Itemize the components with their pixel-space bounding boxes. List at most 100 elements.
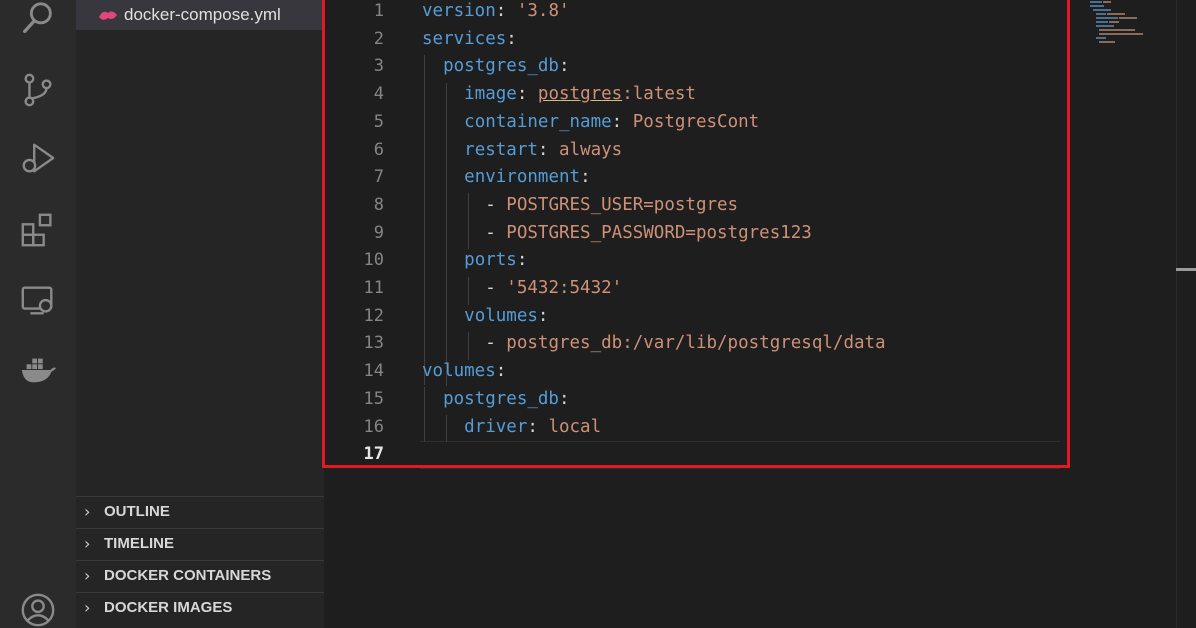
code-line[interactable]: environment: — [422, 164, 591, 192]
line-number: 4 — [373, 84, 384, 105]
line-number: 9 — [373, 222, 384, 243]
code-value: :latest — [622, 84, 696, 105]
code-separator: : — [580, 167, 591, 188]
panel-title: TIMELINE — [104, 535, 174, 552]
docker-icon[interactable] — [18, 350, 58, 390]
line-number: 17 — [363, 444, 384, 465]
code-separator: : — [558, 388, 570, 409]
panel-outline[interactable]: › OUTLINE — [76, 496, 324, 526]
code-line[interactable]: - postgres_db:/var/lib/postgresql/data — [422, 330, 886, 358]
code-key: volumes — [422, 361, 496, 382]
code-line[interactable]: volumes: — [422, 303, 548, 331]
line-number: 2 — [373, 28, 384, 49]
code-line[interactable]: volumes: — [422, 358, 506, 386]
source-control-icon[interactable] — [18, 70, 58, 110]
code-value: POSTGRES_PASSWORD=postgres123 — [506, 222, 812, 243]
code-dash: - — [485, 222, 507, 243]
code-separator: : — [495, 361, 507, 382]
line-number: 10 — [363, 250, 384, 271]
code-key: environment — [464, 167, 581, 188]
code-line[interactable]: version: '3.8' — [422, 0, 570, 26]
explorer-sidebar: docker-compose.yml › OUTLINE › TIMELINE … — [76, 0, 324, 628]
panel-docker-containers[interactable]: › DOCKER CONTAINERS — [76, 560, 324, 590]
line-number: 5 — [373, 111, 384, 132]
chevron-right-icon: › — [84, 502, 91, 521]
code-key: restart — [464, 139, 538, 160]
code-dash: - — [485, 278, 507, 298]
code-value: POSTGRES_USER=postgres — [506, 194, 739, 215]
yaml-file-icon — [99, 11, 117, 20]
activity-bar — [0, 0, 76, 628]
line-number: 12 — [363, 305, 384, 326]
code-value: '3.8' — [516, 1, 570, 21]
code-line[interactable]: postgres_db: — [422, 53, 570, 81]
line-number: 7 — [373, 167, 384, 188]
code-separator: : — [506, 28, 517, 49]
code-dash: - — [485, 333, 507, 354]
code-separator: : — [527, 416, 549, 437]
line-number: 1 — [373, 1, 384, 21]
code-key: version — [422, 1, 496, 21]
vertical-scrollbar[interactable] — [1176, 0, 1196, 628]
code-dash: - — [485, 194, 507, 215]
code-editor[interactable]: 1 version: '3.8' 2 services: 3 postgres_db: 4… — [324, 0, 1176, 628]
code-key: postgres_db — [443, 56, 559, 77]
code-value: local — [548, 416, 602, 437]
code-separator: : — [495, 1, 517, 21]
line-number: 3 — [373, 56, 384, 77]
minimap[interactable] — [1088, 0, 1158, 50]
line-number: 11 — [363, 278, 384, 298]
code-line[interactable]: - POSTGRES_USER=postgres — [422, 192, 738, 220]
panel-title: DOCKER CONTAINERS — [104, 567, 272, 584]
line-number: 8 — [373, 194, 384, 215]
line-number: 14 — [363, 361, 384, 382]
code-line[interactable]: driver: local — [422, 414, 601, 442]
line-number: 15 — [363, 388, 384, 409]
code-separator: : — [611, 111, 633, 132]
code-key: services — [422, 28, 507, 49]
run-debug-icon[interactable] — [18, 138, 58, 178]
account-icon[interactable] — [18, 590, 58, 628]
code-line[interactable]: services: — [422, 26, 517, 54]
panel-title: DOCKER IMAGES — [104, 599, 233, 616]
panel-title: OUTLINE — [104, 503, 170, 520]
code-separator: : — [516, 84, 538, 105]
code-key: ports — [464, 250, 517, 271]
code-value: postgres_db:/var/lib/postgresql/data — [506, 333, 886, 354]
code-line[interactable]: image: postgres:latest — [422, 81, 696, 109]
panel-timeline[interactable]: › TIMELINE — [76, 528, 324, 558]
code-line[interactable]: ports: — [422, 247, 527, 275]
extensions-icon[interactable] — [18, 210, 58, 250]
search-icon[interactable] — [18, 0, 58, 40]
code-separator: : — [516, 250, 528, 271]
code-line[interactable]: restart: always — [422, 137, 622, 165]
code-key: driver — [464, 416, 528, 437]
code-separator: : — [558, 56, 570, 77]
remote-explorer-icon[interactable] — [18, 280, 58, 320]
chevron-right-icon: › — [84, 534, 91, 553]
code-line[interactable]: - POSTGRES_PASSWORD=postgres123 — [422, 220, 812, 248]
scrollbar-position-marker — [1176, 268, 1196, 271]
panel-docker-images[interactable]: › DOCKER IMAGES — [76, 592, 324, 622]
file-item-docker-compose[interactable]: docker-compose.yml — [76, 0, 324, 30]
code-key: container_name — [464, 111, 612, 132]
line-number: 16 — [363, 416, 384, 437]
current-line-highlight — [420, 441, 1060, 469]
line-number: 13 — [363, 333, 384, 354]
code-line[interactable]: container_name: PostgresCont — [422, 109, 759, 137]
code-key: volumes — [464, 305, 538, 326]
code-line[interactable]: postgres_db: — [422, 386, 570, 414]
code-line[interactable]: - '5432:5432' — [422, 275, 622, 303]
